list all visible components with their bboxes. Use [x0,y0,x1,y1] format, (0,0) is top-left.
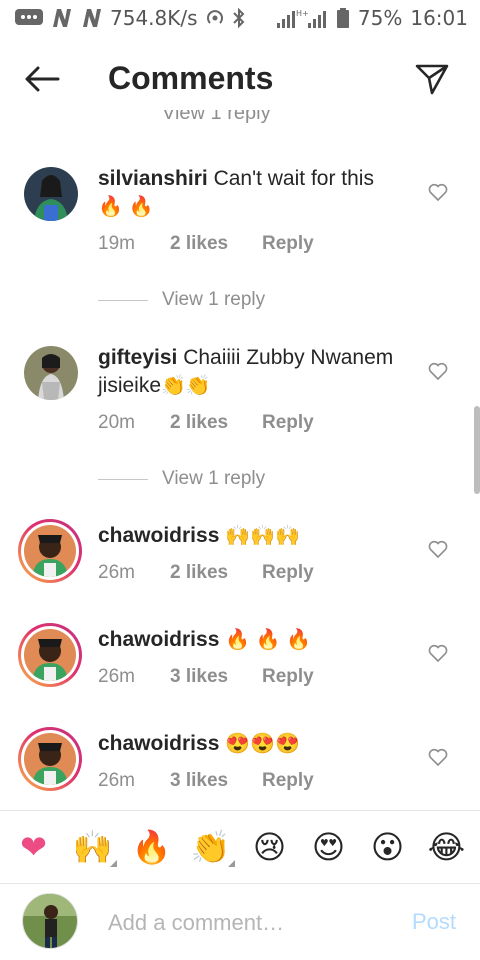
clapping-emoji-icon: 👏 [190,828,231,866]
comment-time: 19m [98,233,135,254]
comment-username[interactable]: chawoidriss [98,524,219,547]
clock: 16:01 [410,6,468,30]
heart-outline-icon[interactable] [428,540,448,558]
paper-plane-icon [415,64,449,95]
comment-likes[interactable]: 2 likes [170,412,262,434]
n-app-icon [50,7,74,29]
comment-username[interactable]: chawoidriss [98,732,219,755]
heart-outline-icon[interactable] [428,748,448,766]
view-replies-label: View 1 reply [162,289,266,310]
comment-likes[interactable]: 3 likes [170,770,262,792]
heart-emoji-icon: ❤ [20,828,47,866]
comment-likes[interactable]: 3 likes [170,666,262,688]
comment-text: Can't wait for this [213,167,374,190]
comment-username[interactable]: gifteyisi [98,346,177,369]
share-button[interactable] [412,60,452,98]
n-app-icon-2 [80,7,104,29]
post-button[interactable]: Post [412,909,456,935]
avatar-story-ring[interactable] [18,727,82,791]
comment-time: 26m [98,770,135,791]
heart-outline-icon[interactable] [428,644,448,662]
comment-time: 26m [98,562,135,583]
comment-time: 20m [98,412,135,433]
view-replies-button[interactable]: View 1 reply [98,468,265,490]
laughing-emoji-icon: 😂 [427,828,466,866]
avatar-story-ring[interactable] [18,519,82,583]
hotspot-icon [204,7,226,29]
bluetooth-icon [232,7,246,29]
comment-body: gifteyisi Chaiiii Zubby Nwanem jisieike👏… [98,344,408,400]
comment-emojis: 👏👏 [161,375,211,398]
fire-emoji-icon: 🔥 [131,828,172,866]
comment-meta: 26m 3 likes Reply [98,666,314,688]
divider-line [98,299,148,301]
heart-outline-icon[interactable] [428,183,448,201]
comments-list[interactable]: View 1 reply silvianshiri Can't wait for… [0,110,480,810]
comment-body: chawoidriss 🔥 🔥 🔥 [98,626,408,654]
comment-meta: 26m 3 likes Reply [98,770,314,792]
message-icon [14,7,44,29]
battery-icon [336,7,350,29]
comment-body: chawoidriss 😍😍😍 [98,730,408,758]
raised-hands-emoji-button[interactable]: 🙌 [67,821,119,873]
status-bar: 754.8K/s H+ 75% 16:01 [0,0,480,36]
comment-emojis: 😍😍😍 [225,733,300,756]
current-user-avatar [22,893,78,949]
view-replies-button[interactable]: View 1 reply [98,289,265,311]
fire-emoji-button[interactable]: 🔥 [126,821,178,873]
comment-meta: 20m 2 likes Reply [98,412,314,434]
surprised-emoji-button[interactable]: 😮 [362,821,414,873]
comment-body: chawoidriss 🙌🙌🙌 [98,522,408,550]
comment-meta: 26m 2 likes Reply [98,562,314,584]
comment-likes[interactable]: 2 likes [170,562,262,584]
avatar[interactable] [24,167,78,221]
svg-text:H+: H+ [296,9,309,18]
comment-time: 26m [98,666,135,687]
divider-line [98,478,148,480]
comment-emojis: 🔥 🔥 🔥 [225,629,312,652]
avatar-story-ring[interactable] [18,623,82,687]
comment-username[interactable]: chawoidriss [98,628,219,651]
emoji-reaction-bar: ❤ 🙌 🔥 👏 😢 😍 😮 😂 [0,810,480,884]
signal-icon: H+ [276,7,328,29]
reply-button[interactable]: Reply [262,233,314,255]
battery-level: 75% [357,6,403,30]
heart-outline-icon[interactable] [428,362,448,380]
reply-button[interactable]: Reply [262,770,314,792]
comment-body: silvianshiri Can't wait for this 🔥 🔥 [98,165,408,221]
view-replies-partial[interactable]: View 1 reply [162,110,271,125]
crying-emoji-icon: 😢 [252,828,287,866]
heart-eyes-emoji-icon: 😍 [311,828,346,866]
scrollbar[interactable] [474,406,480,494]
raised-hands-emoji-icon: 🙌 [72,828,113,866]
comment-meta: 19m 2 likes Reply [98,233,314,255]
heart-emoji-button[interactable]: ❤ [8,821,60,873]
heart-eyes-emoji-button[interactable]: 😍 [303,821,355,873]
avatar [24,525,76,577]
surprised-emoji-icon: 😮 [370,828,405,866]
arrow-left-icon [25,66,60,92]
comment-likes[interactable]: 2 likes [170,233,262,255]
reply-button[interactable]: Reply [262,562,314,584]
crying-emoji-button[interactable]: 😢 [244,821,296,873]
comment-emojis: 🔥 🔥 [98,196,154,219]
reply-button[interactable]: Reply [262,666,314,688]
view-replies-label: View 1 reply [162,468,266,489]
comment-username[interactable]: silvianshiri [98,167,208,190]
laughing-emoji-button[interactable]: 😂 [421,821,473,873]
avatar [24,733,76,785]
reply-button[interactable]: Reply [262,412,314,434]
back-button[interactable] [22,64,62,94]
avatar [24,629,76,681]
network-speed: 754.8K/s [110,6,198,30]
page-title: Comments [108,60,274,96]
comment-composer: Post [0,885,480,960]
comment-emojis: 🙌🙌🙌 [225,525,300,548]
clapping-emoji-button[interactable]: 👏 [185,821,237,873]
avatar[interactable] [24,346,78,400]
comment-input[interactable] [108,905,378,941]
